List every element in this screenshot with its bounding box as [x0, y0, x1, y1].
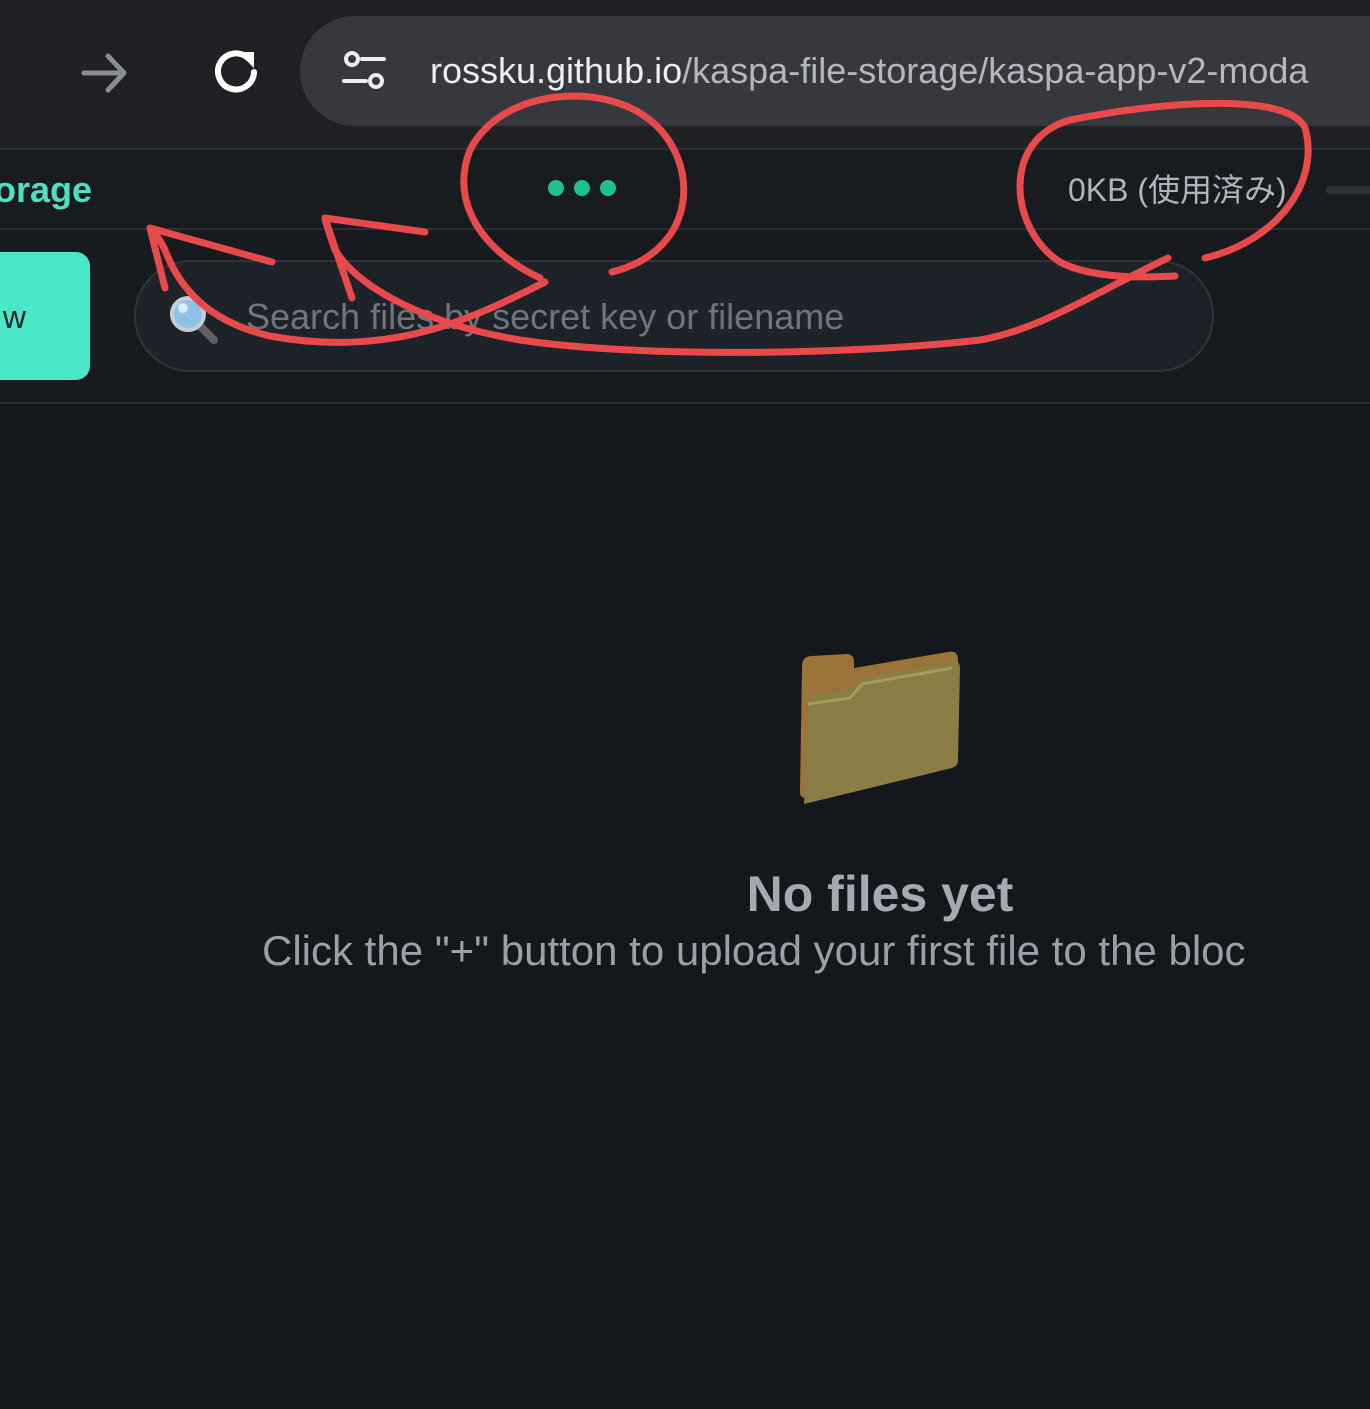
forward-button[interactable] — [78, 46, 132, 100]
folder-icon — [796, 648, 964, 804]
loading-dot — [600, 180, 616, 196]
new-file-button[interactable]: w — [0, 252, 90, 380]
reload-icon — [215, 50, 257, 93]
loading-indicator — [548, 180, 616, 200]
url-text[interactable]: rossku.github.io/kaspa-file-storage/kasp… — [430, 46, 1308, 96]
search-icon — [166, 292, 222, 348]
file-toolbar: w — [0, 230, 1370, 404]
search-input[interactable] — [244, 286, 1148, 348]
storage-usage-label: 0KB (使用済み) — [1068, 172, 1287, 208]
address-bar[interactable]: rossku.github.io/kaspa-file-storage/kasp… — [300, 16, 1370, 126]
empty-state-title: No files yet — [746, 866, 1014, 922]
arrow-right-icon — [81, 53, 127, 93]
url-domain: rossku.github.io — [430, 50, 683, 91]
url-path: /kaspa-file-storage/kaspa-app-v2-moda — [682, 50, 1309, 91]
loading-dot — [574, 180, 590, 196]
search-box[interactable] — [134, 260, 1214, 372]
tune-icon[interactable] — [340, 49, 388, 93]
reload-button[interactable] — [208, 44, 264, 100]
empty-state-subtitle: Click the "+" button to upload your firs… — [262, 927, 1246, 974]
app-title: orage — [0, 169, 93, 210]
loading-dot — [548, 180, 564, 196]
browser-toolbar: rossku.github.io/kaspa-file-storage/kasp… — [0, 0, 1370, 148]
storage-usage-bar — [1326, 186, 1370, 194]
empty-state: No files yet Click the "+" button to upl… — [0, 404, 1370, 1409]
app-header: orage 0KB (使用済み) — [0, 148, 1370, 230]
